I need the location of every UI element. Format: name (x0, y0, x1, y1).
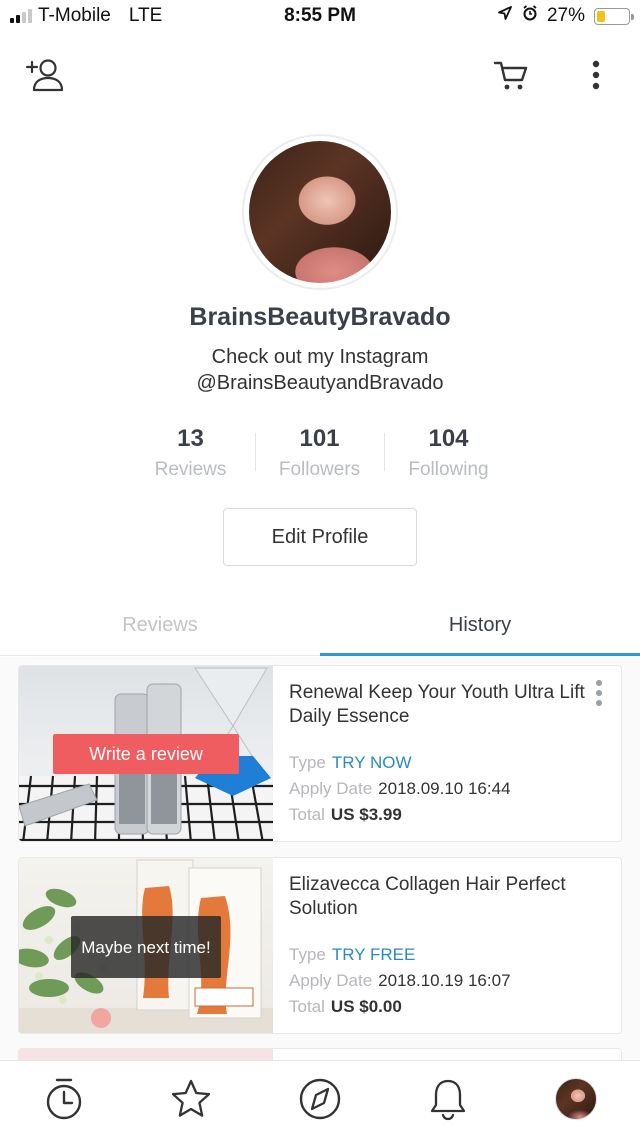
stat-label: Reviews (154, 459, 227, 480)
write-review-button[interactable]: Write a review (53, 734, 239, 774)
battery-icon (594, 7, 634, 25)
history-card[interactable]: Maybe next time! Elizavecca Collagen Hai… (18, 857, 622, 1034)
type-value: TRY NOW (331, 753, 412, 772)
stat-value: 104 (428, 425, 469, 452)
bio-line-2: @BrainsBeautyandBravado (196, 372, 444, 394)
profile-stats: 13 Reviews 101 Followers 104 Following (126, 425, 514, 485)
nav-notifications[interactable] (426, 1077, 470, 1121)
status-bar: T-Mobile LTE 8:55 PM 27% (0, 0, 640, 34)
profile-bio: Check out my Instagram @BrainsBeautyandB… (0, 344, 640, 396)
nav-explore[interactable] (298, 1077, 342, 1121)
product-image: Write a review (19, 666, 273, 841)
profile-tabs: Reviews History (0, 596, 640, 656)
total-label: Total (289, 997, 325, 1016)
apply-date-label: Apply Date (289, 779, 373, 798)
nav-profile[interactable] (554, 1077, 598, 1121)
tab-history[interactable]: History (320, 596, 640, 656)
bell-icon (430, 1079, 466, 1121)
bottom-nav (0, 1060, 640, 1137)
bio-line-1: Check out my Instagram (211, 346, 429, 368)
tab-reviews[interactable]: Reviews (0, 596, 320, 655)
product-image: Maybe next time! (19, 858, 273, 1033)
card-more-icon[interactable] (595, 680, 603, 706)
profile-avatar[interactable] (242, 134, 398, 290)
stat-followers[interactable]: 101 Followers (255, 425, 384, 485)
stat-reviews[interactable]: 13 Reviews (126, 425, 255, 485)
maybe-next-time-overlay: Maybe next time! (71, 916, 221, 978)
timer-icon (46, 1078, 82, 1120)
more-options-button[interactable] (582, 56, 610, 94)
type-label: Type (289, 945, 326, 964)
nav-favorites[interactable] (169, 1077, 213, 1121)
apply-date-value: 2018.10.19 16:07 (378, 971, 511, 990)
apply-date-label: Apply Date (289, 971, 373, 990)
total-value: US $3.99 (330, 805, 402, 824)
type-value: TRY FREE (331, 945, 416, 964)
stat-label: Following (408, 459, 489, 480)
stat-label: Followers (278, 459, 361, 480)
alarm-icon (522, 5, 538, 27)
cart-button[interactable] (490, 56, 532, 94)
total-value: US $0.00 (330, 997, 402, 1016)
edit-profile-button[interactable]: Edit Profile (223, 508, 417, 566)
add-friend-button[interactable] (22, 56, 66, 94)
stat-value: 101 (299, 425, 340, 452)
location-icon (497, 5, 513, 27)
stat-following[interactable]: 104 Following (384, 425, 513, 485)
compass-icon (299, 1078, 341, 1120)
type-label: Type (289, 753, 326, 772)
nav-timer[interactable] (42, 1077, 86, 1121)
history-card[interactable]: Write a review Renewal Keep Your Youth U… (18, 665, 622, 842)
total-label: Total (289, 805, 325, 824)
apply-date-value: 2018.09.10 16:44 (378, 779, 511, 798)
profile-avatar-icon (555, 1078, 597, 1120)
star-icon (171, 1079, 211, 1117)
avatar-photo (249, 141, 391, 283)
cart-icon (493, 61, 528, 90)
stat-value: 13 (177, 425, 204, 452)
battery-percent: 27% (546, 5, 585, 26)
more-vertical-icon (592, 60, 600, 90)
product-title: Elizavecca Collagen Hair Perfect Solutio… (289, 874, 566, 919)
product-title: Renewal Keep Your Youth Ultra Lift Daily… (289, 682, 585, 727)
profile-username: BrainsBeautyBravado (189, 303, 451, 331)
add-person-icon (25, 59, 64, 92)
